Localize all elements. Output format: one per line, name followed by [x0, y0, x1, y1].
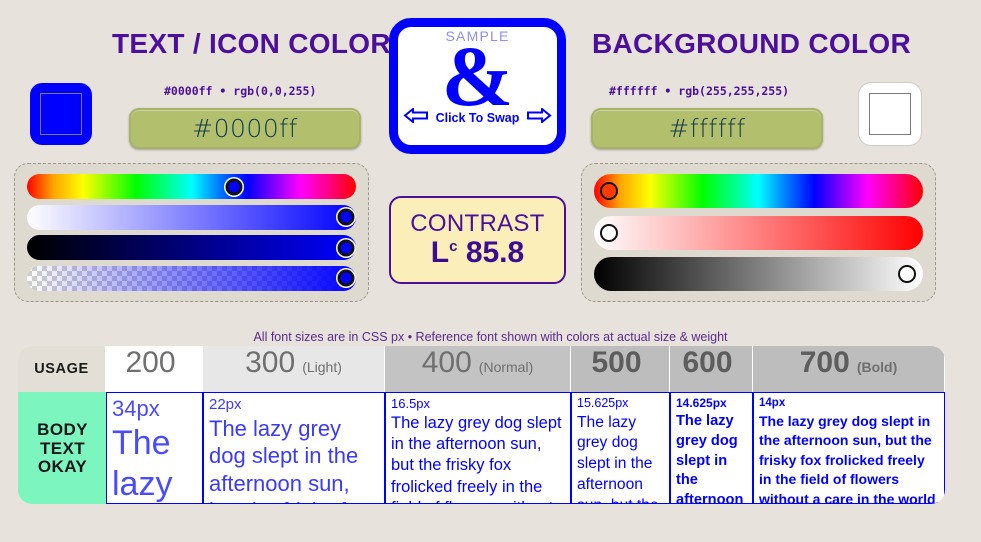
- sample-cell-700: 14px The lazy grey dog slept in the afte…: [753, 392, 945, 504]
- sample-text-700: The lazy grey dog slept in the afternoon…: [759, 412, 940, 504]
- header-weight-300: 300 (Light): [203, 346, 385, 392]
- font-weight-table: USAGE 200 300 (Light) 400 (Normal) 500 6…: [18, 346, 945, 504]
- size-label-700: 14px: [759, 397, 786, 409]
- background-swatch[interactable]: [859, 83, 921, 145]
- background-swatch-inner: [869, 93, 911, 135]
- foreground-swatch-inner: [40, 93, 82, 135]
- header-200-num: 200: [125, 346, 176, 379]
- background-color-caption: #ffffff • rgb(255,255,255): [609, 84, 789, 98]
- foreground-alpha-slider[interactable]: [27, 265, 356, 291]
- background-hue-knob[interactable]: [599, 182, 618, 200]
- background-rgb-caption: rgb(255,255,255): [678, 84, 790, 98]
- right-arrow-icon: [526, 106, 552, 128]
- size-label-600: 14.625px: [676, 396, 727, 410]
- size-label-400: 16.5px: [391, 396, 431, 411]
- foreground-color-title: TEXT / ICON COLOR: [112, 28, 391, 59]
- foreground-hex-caption: #0000ff: [164, 84, 213, 98]
- usage-badge-text: BODY TEXT OKAY: [37, 421, 88, 476]
- foreground-alpha-knob[interactable]: [337, 269, 355, 287]
- foreground-rgb-caption: rgb(0,0,255): [233, 84, 317, 98]
- contrast-number: 85.8: [465, 236, 525, 270]
- sample-ampersand: &: [441, 28, 514, 124]
- foreground-saturation-knob[interactable]: [337, 208, 355, 226]
- background-lightness-knob[interactable]: [897, 265, 916, 283]
- top-section: TEXT / ICON COLOR BACKGROUND COLOR #0000…: [0, 0, 981, 310]
- sample-cell-300: 22px The lazy grey dog slept in the afte…: [203, 392, 385, 504]
- foreground-slider-panel: [14, 163, 369, 302]
- header-weight-200: 200: [106, 346, 203, 392]
- header-600-num: 600: [682, 346, 733, 379]
- usage-line-1: BODY: [37, 420, 88, 440]
- sample-cell-600: 14.625px The lazy grey dog slept in the …: [670, 392, 753, 504]
- swap-row[interactable]: Click To Swap: [402, 106, 553, 128]
- contrast-readout: Lc 85.8: [431, 236, 524, 269]
- sample-cell-500: 15.625px The lazy grey dog slept in the …: [571, 392, 670, 504]
- background-hex-input[interactable]: #ffffff: [591, 108, 823, 149]
- sample-cell-200: 34px The lazy grey dog slept in the afte…: [106, 392, 203, 504]
- foreground-color-caption: #0000ff • rgb(0,0,255): [164, 84, 316, 98]
- sample-text-400: The lazy grey dog slept in the afternoon…: [391, 413, 562, 503]
- background-lightness-slider[interactable]: [594, 257, 923, 291]
- left-arrow-icon: [402, 106, 429, 128]
- background-hex-caption: #ffffff: [609, 84, 658, 98]
- background-hue-slider[interactable]: [594, 174, 923, 208]
- header-weight-600: 600: [670, 346, 753, 392]
- swap-label: Click To Swap: [435, 110, 520, 125]
- sample-cell-400: 16.5px The lazy grey dog slept in the af…: [385, 392, 571, 504]
- table-header-row: USAGE 200 300 (Light) 400 (Normal) 500 6…: [18, 346, 945, 392]
- header-weight-500: 500: [571, 346, 670, 392]
- foreground-hue-slider[interactable]: [27, 174, 356, 199]
- header-usage: USAGE: [18, 346, 106, 392]
- sample-text-300: The lazy grey dog slept in the afternoon…: [209, 415, 369, 504]
- foreground-saturation-slider[interactable]: [27, 204, 356, 230]
- header-700-qual: (Bold): [856, 359, 898, 375]
- header-weight-400: 400 (Normal): [385, 346, 571, 392]
- caption-separator: •: [664, 84, 672, 98]
- header-300-qual: (Light): [302, 359, 342, 375]
- background-slider-panel: [581, 163, 936, 302]
- contrast-label: CONTRAST: [410, 209, 545, 237]
- sample-text-200: The lazy grey dog slept in the afternoon…: [112, 423, 173, 503]
- sample-text-500: The lazy grey dog slept in the afternoon…: [577, 413, 659, 504]
- header-700-num: 700: [799, 346, 850, 379]
- size-label-200: 34px: [112, 396, 160, 421]
- foreground-lightness-knob[interactable]: [337, 239, 355, 257]
- contrast-unit: Lc: [430, 236, 458, 270]
- background-color-title: BACKGROUND COLOR: [592, 28, 912, 59]
- header-300-num: 300: [245, 346, 296, 379]
- header-weight-700: 700 (Bold): [753, 346, 945, 392]
- foreground-hex-input[interactable]: #0000ff: [129, 108, 361, 149]
- background-saturation-knob[interactable]: [599, 223, 618, 242]
- caption-separator: •: [219, 84, 227, 98]
- header-400-qual: (Normal): [478, 359, 534, 375]
- color-contrast-tool: TEXT / ICON COLOR BACKGROUND COLOR #0000…: [0, 0, 981, 542]
- foreground-swatch[interactable]: [30, 83, 92, 145]
- header-500-num: 500: [591, 346, 642, 379]
- font-size-note: All font sizes are in CSS px • Reference…: [253, 330, 728, 344]
- header-400-num: 400: [421, 346, 472, 379]
- foreground-lightness-slider[interactable]: [27, 235, 356, 261]
- size-label-500: 15.625px: [577, 396, 629, 410]
- usage-badge-cell: BODY TEXT OKAY: [18, 392, 106, 504]
- contrast-card: CONTRAST Lc 85.8: [389, 196, 566, 284]
- sample-swap-card[interactable]: SAMPLE & Click To Swap: [389, 18, 566, 154]
- usage-line-3: OKAY: [37, 457, 88, 477]
- background-saturation-slider[interactable]: [594, 215, 923, 250]
- foreground-hue-knob[interactable]: [225, 178, 243, 195]
- sample-text-600: The lazy grey dog slept in the afternoon…: [676, 412, 744, 504]
- table-body-row: BODY TEXT OKAY 34px The lazy grey dog sl…: [18, 392, 945, 504]
- size-label-300: 22px: [209, 396, 242, 413]
- usage-line-2: TEXT: [39, 438, 86, 458]
